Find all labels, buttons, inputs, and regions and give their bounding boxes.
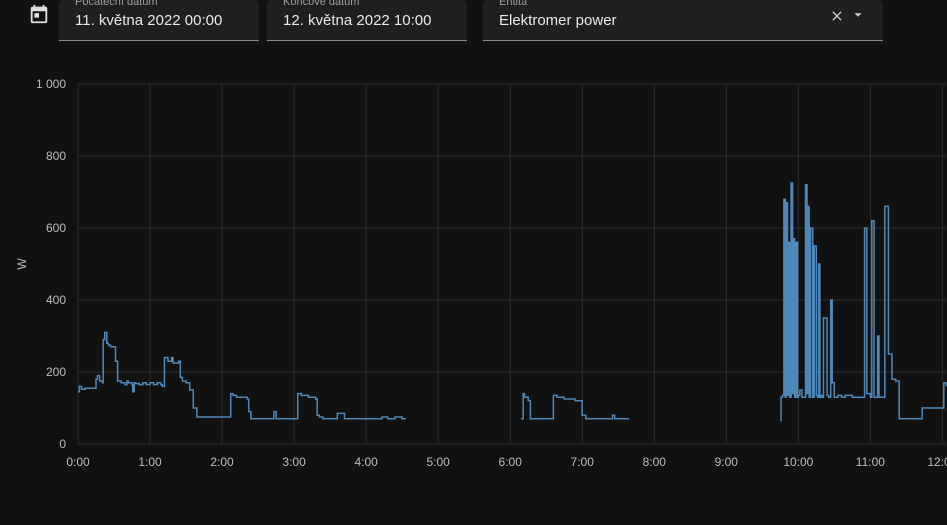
y-tick-label: 400 xyxy=(46,293,66,307)
y-tick-label: 200 xyxy=(46,365,66,379)
x-tick-label: 1:00 xyxy=(138,455,162,469)
start-date-label: Počáteční datum xyxy=(75,0,158,8)
power-history-chart: 0 200 400 600 800 1 000 0:00 1:00 2:00 3:00 4:00 5… xyxy=(15,77,947,469)
x-tick-label: 8:00 xyxy=(643,455,667,469)
y-axis-ticks: 0 200 400 600 800 1 000 xyxy=(36,77,66,451)
end-date-label: Koncové datum xyxy=(283,0,360,8)
x-tick-label: 3:00 xyxy=(282,455,306,469)
start-date-value[interactable]: 11. května 2022 00:00 xyxy=(75,12,222,29)
y-tick-label: 0 xyxy=(59,437,66,451)
y-tick-label: 800 xyxy=(46,149,66,163)
history-filter-bar: Počáteční datum 11. května 2022 00:00 Ko… xyxy=(0,0,947,48)
series-power xyxy=(78,182,947,422)
entity-value[interactable]: Elektromer power xyxy=(499,12,617,29)
x-axis-ticks: 0:00 1:00 2:00 3:00 4:00 5:00 6:00 7:00 8:00 9:00… xyxy=(66,455,947,469)
x-tick-label: 6:00 xyxy=(499,455,523,469)
x-tick-label: 2:00 xyxy=(210,455,234,469)
series-line-segment xyxy=(521,392,630,420)
x-tick-label: 10:00 xyxy=(783,455,813,469)
entity-label: Entita xyxy=(499,0,528,8)
close-icon[interactable] xyxy=(829,8,845,24)
x-tick-label: 7:00 xyxy=(571,455,595,469)
y-axis-label: W xyxy=(15,258,29,270)
end-date-value[interactable]: 12. května 2022 10:00 xyxy=(283,12,431,29)
x-tick-label: 9:00 xyxy=(715,455,739,469)
entity-picker[interactable]: Entita Elektromer power xyxy=(483,0,883,41)
calendar-icon[interactable] xyxy=(28,3,50,25)
x-tick-label: 4:00 xyxy=(354,455,378,469)
x-tick-label: 5:00 xyxy=(426,455,450,469)
series-line-segment xyxy=(780,182,947,422)
x-tick-label: 0:00 xyxy=(66,455,90,469)
start-date-field[interactable]: Počáteční datum 11. května 2022 00:00 xyxy=(59,0,259,41)
arrow-drop-down-icon[interactable] xyxy=(851,8,865,22)
y-tick-label: 1 000 xyxy=(36,77,66,91)
series-line-segment xyxy=(78,331,406,420)
y-tick-label: 600 xyxy=(46,221,66,235)
x-tick-label: 12:00 xyxy=(927,455,947,469)
end-date-field[interactable]: Koncové datum 12. května 2022 10:00 xyxy=(267,0,467,41)
x-tick-label: 11:00 xyxy=(856,455,885,469)
